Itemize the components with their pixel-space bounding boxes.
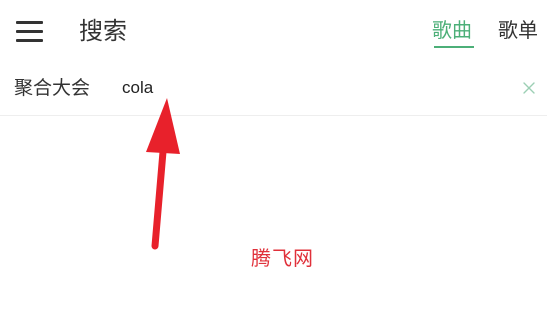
active-tab-indicator [434,46,474,48]
menu-line [16,21,43,24]
close-icon[interactable] [521,80,537,96]
page-title: 搜索 [79,17,127,45]
search-screen: 搜索 歌曲 歌单 聚合大会 腾飞网 [0,0,547,311]
search-divider [0,115,547,116]
watermark-text: 腾飞网 [251,246,314,270]
hamburger-menu-icon[interactable] [16,21,43,42]
menu-line [16,30,43,33]
tab-songs[interactable]: 歌曲 [432,14,472,46]
menu-line [16,39,43,42]
search-source-selector[interactable]: 聚合大会 [14,74,90,102]
tab-playlists[interactable]: 歌单 [498,14,538,46]
search-input[interactable] [116,72,506,104]
